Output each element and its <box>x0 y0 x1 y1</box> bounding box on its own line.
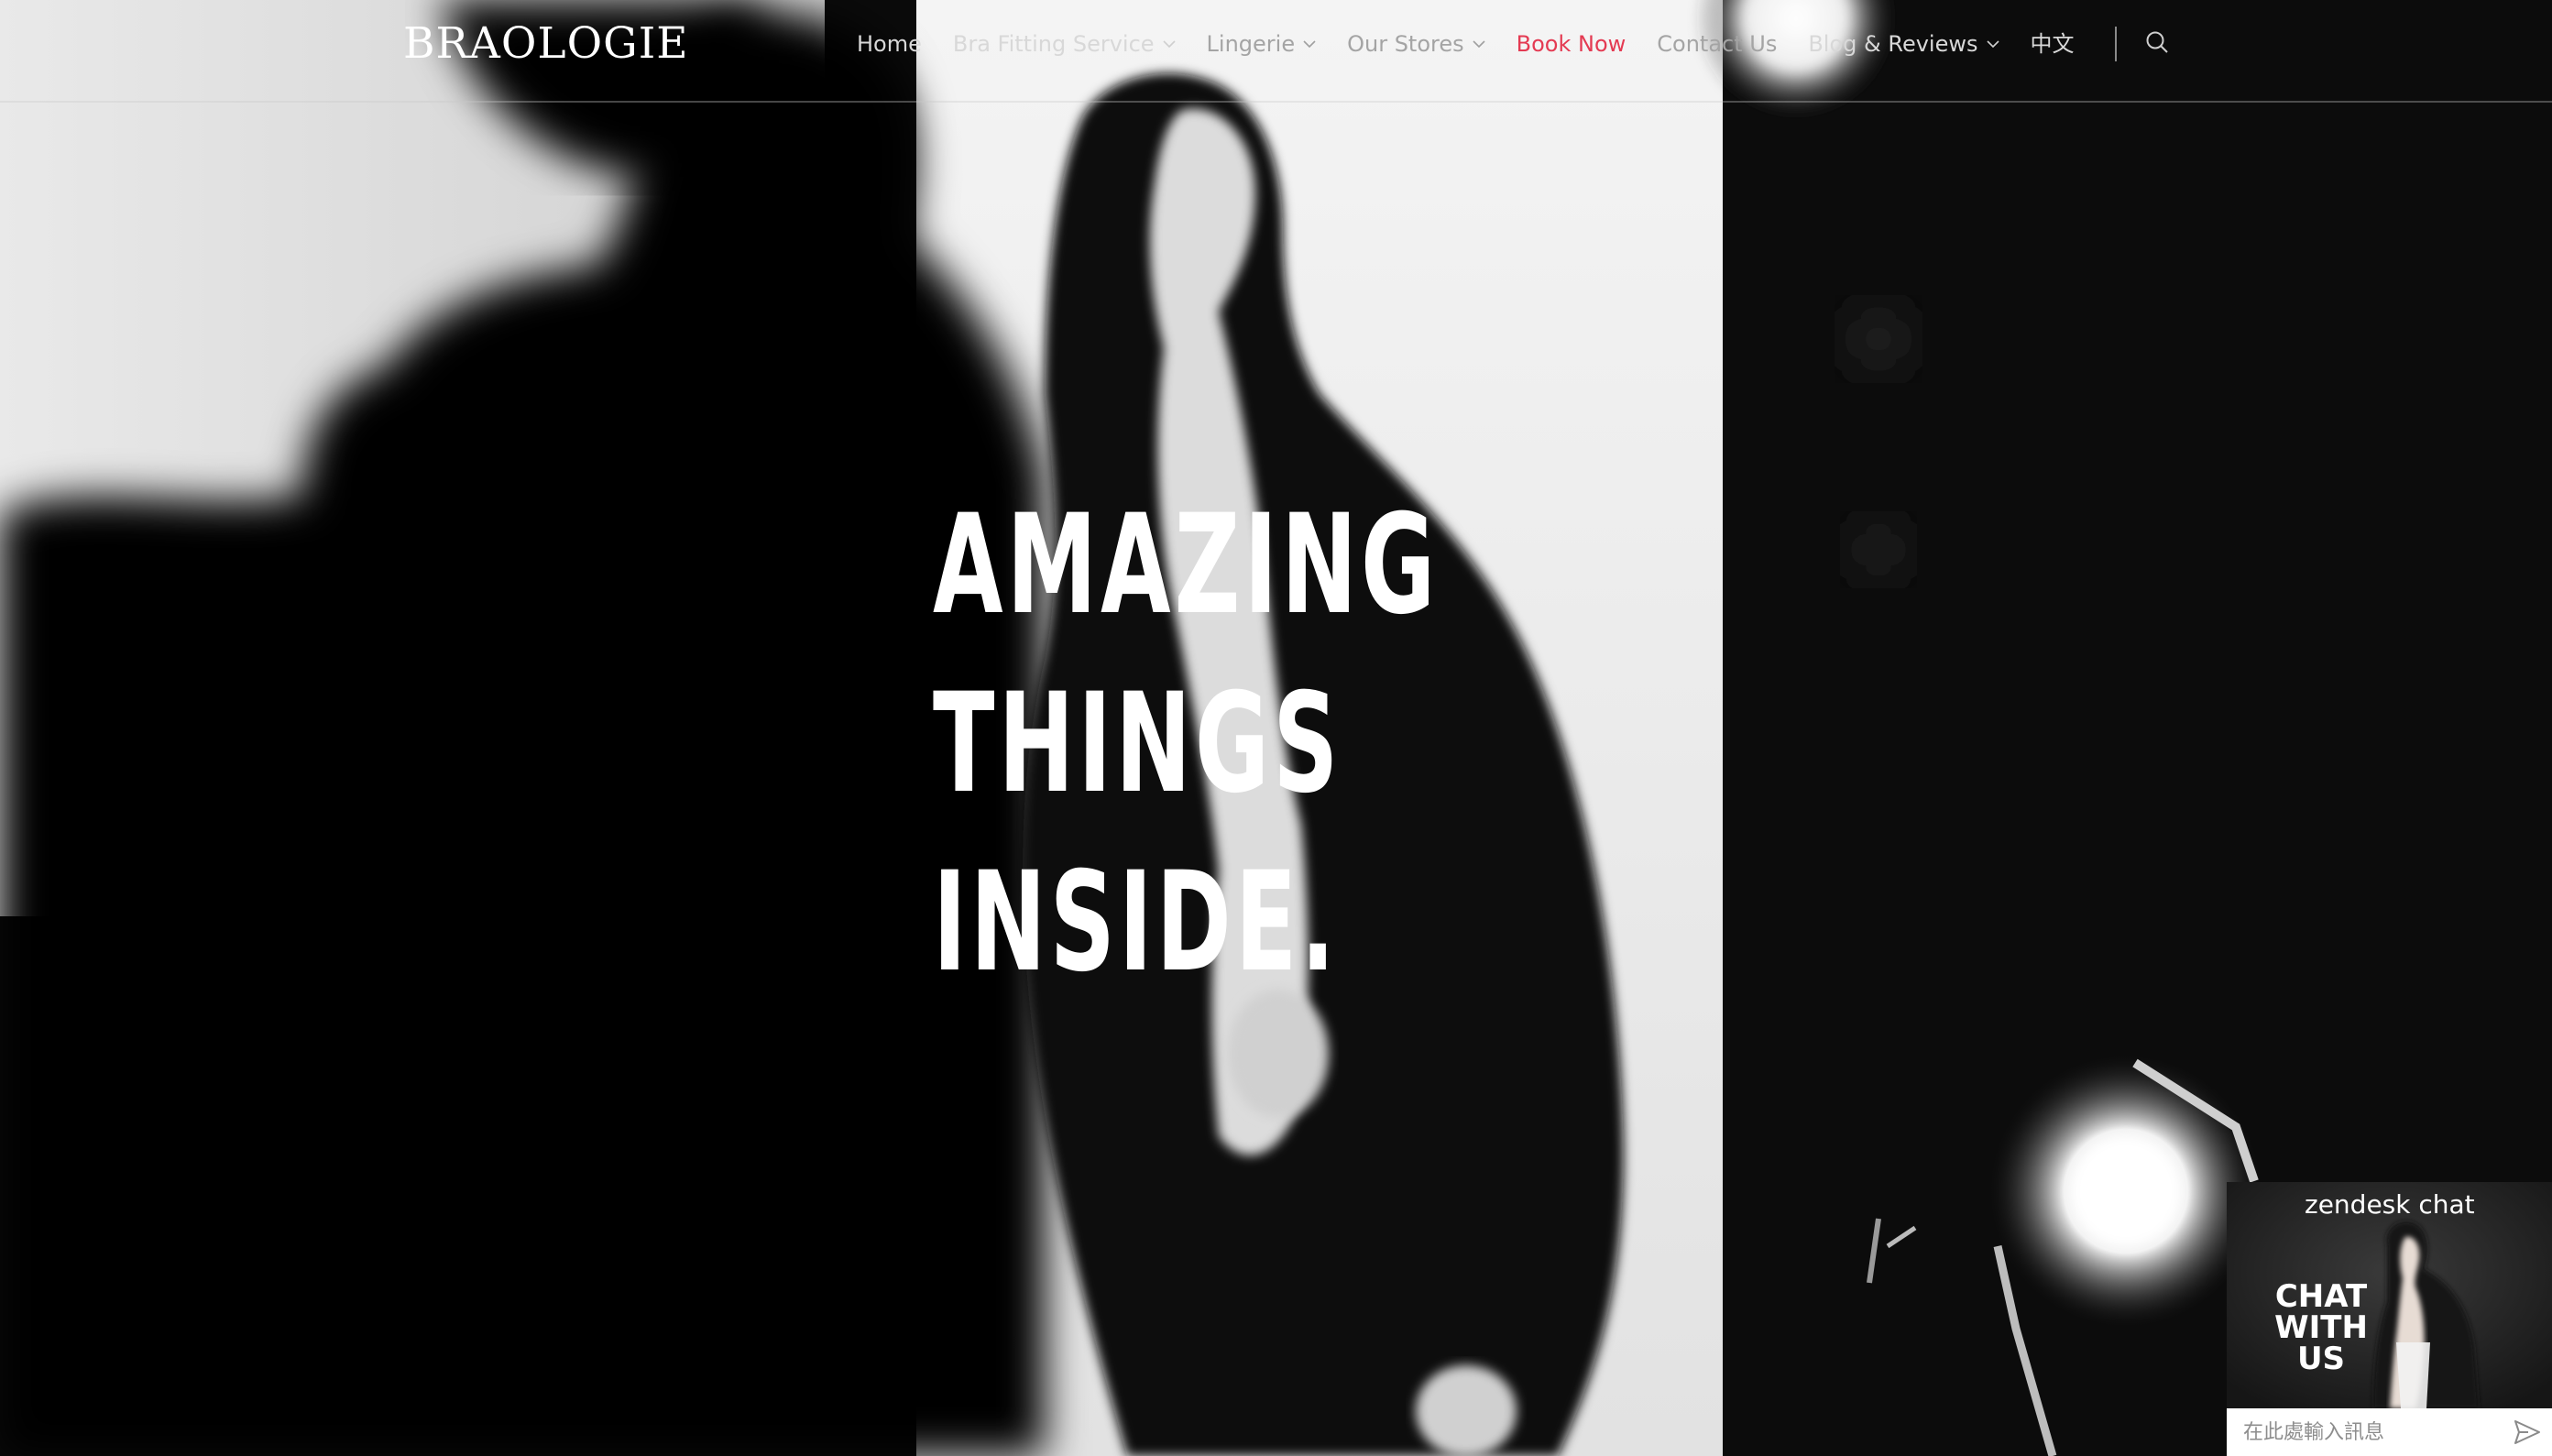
nav-item-label: Contact Us <box>1657 31 1778 57</box>
nav-item-book-now[interactable]: Book Now <box>1517 24 1626 64</box>
nav-item-label: Book Now <box>1516 31 1626 57</box>
search-button[interactable] <box>2144 29 2170 59</box>
nav-divider <box>2114 27 2117 61</box>
site-logo[interactable]: BRAOLOGIE <box>403 15 689 73</box>
chevron-down-icon <box>1162 39 1176 49</box>
chevron-down-icon <box>1473 39 1485 49</box>
nav-item-label: Bra Fitting Service <box>952 31 1155 57</box>
send-icon[interactable] <box>2514 1419 2541 1449</box>
chevron-down-icon <box>1986 39 1999 49</box>
chat-cta-line: WITH US <box>2274 1309 2368 1377</box>
nav-item-label: 中文 <box>2030 31 2075 57</box>
search-icon <box>2144 29 2170 59</box>
nav-item-home[interactable]: Home <box>857 24 922 64</box>
chat-input-bar <box>2227 1408 2552 1456</box>
nav-item-chinese[interactable]: 中文 <box>2031 24 2075 64</box>
chat-message-input[interactable] <box>2241 1419 2497 1445</box>
nav-item-label: Lingerie <box>1206 31 1296 57</box>
hero-headline: AMAZING THINGS INSIDE. <box>933 476 1700 1013</box>
site-header: BRAOLOGIE Home Bra Fitting Service Linge… <box>0 0 2552 103</box>
nav-item-label: Home <box>857 31 922 57</box>
nav-item-label: Blog & Reviews <box>1808 31 1978 57</box>
nav-item-our-stores[interactable]: Our Stores <box>1347 24 1485 64</box>
chat-widget[interactable]: zendesk chat CHAT WITH US <box>2227 1182 2552 1456</box>
chat-banner[interactable]: zendesk chat CHAT WITH US <box>2227 1182 2552 1408</box>
chevron-down-icon <box>1303 39 1316 49</box>
headline-line: INSIDE. <box>933 843 1339 1002</box>
nav-item-blog-reviews[interactable]: Blog & Reviews <box>1808 24 1999 64</box>
nav-item-label: Our Stores <box>1347 31 1464 57</box>
chat-brand: zendesk chat <box>2305 1189 2475 1220</box>
chat-cta: CHAT WITH US <box>2262 1281 2381 1374</box>
main-nav: Home Bra Fitting Service Lingerie Our St… <box>857 24 2170 64</box>
nav-item-bra-fitting-service[interactable]: Bra Fitting Service <box>953 24 1176 64</box>
headline-line: THINGS <box>933 664 1342 824</box>
headline-line: AMAZING <box>933 486 1440 645</box>
chat-cta-line: CHAT <box>2274 1278 2368 1315</box>
nav-item-lingerie[interactable]: Lingerie <box>1207 24 1317 64</box>
nav-item-contact-us[interactable]: Contact Us <box>1657 24 1777 64</box>
